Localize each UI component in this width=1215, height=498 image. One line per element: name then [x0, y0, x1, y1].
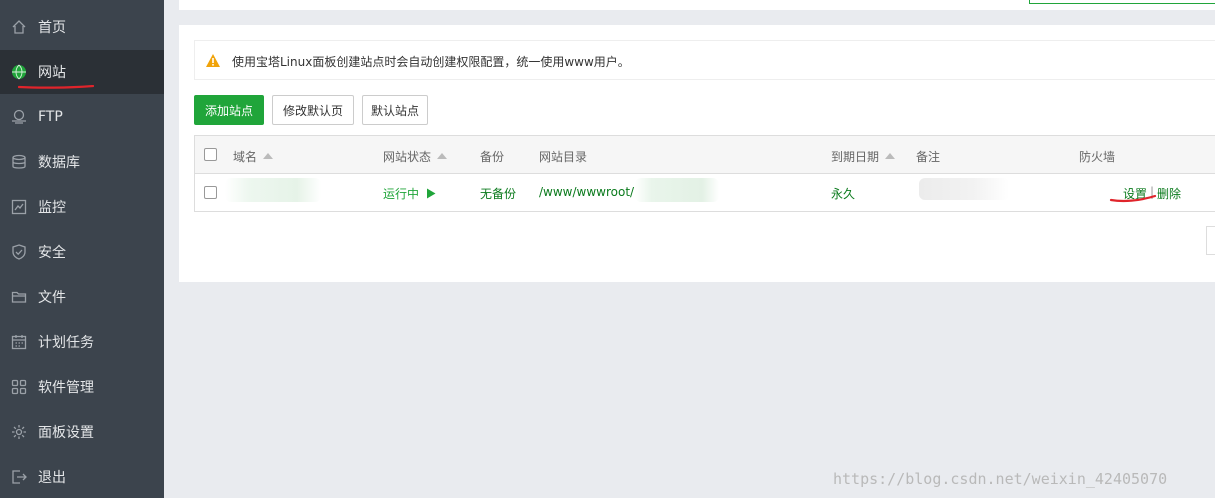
top-panel-button-edge: [1029, 0, 1215, 4]
sidebar-item-panel-settings[interactable]: 面板设置: [0, 410, 164, 454]
red-annotation-underline: [1109, 194, 1157, 203]
logout-icon: [11, 469, 27, 485]
delete-link[interactable]: 删除: [1157, 185, 1181, 202]
sidebar-item-security[interactable]: 安全: [0, 230, 164, 274]
home-icon: [11, 19, 27, 35]
notice-text: 使用宝塔Linux面板创建站点时会自动创建权限配置，统一使用www用户。: [232, 55, 630, 69]
edit-default-page-button[interactable]: 修改默认页: [272, 95, 354, 125]
table-header: 域名 网站状态 备份 网站目录 到期日期 备注 防火墙: [195, 136, 1215, 174]
header-domain[interactable]: 域名: [233, 148, 274, 165]
shield-icon: [11, 244, 27, 260]
sidebar-item-label: 监控: [38, 200, 66, 216]
red-annotation-underline: [18, 85, 94, 89]
header-directory: 网站目录: [539, 150, 588, 164]
ftp-icon: [11, 109, 27, 125]
sidebar-item-label: 网站: [38, 65, 66, 81]
sidebar-item-label: 面板设置: [38, 425, 94, 441]
sidebar-item-label: FTP: [38, 109, 63, 125]
header-expiry-label: 到期日期: [831, 150, 880, 164]
sidebar-item-database[interactable]: 数据库: [0, 140, 164, 184]
apps-grid-icon: [11, 379, 27, 395]
header-backup: 备份: [480, 150, 505, 164]
expiry-link[interactable]: 永久: [831, 185, 855, 202]
sidebar-item-ftp[interactable]: FTP: [0, 95, 164, 139]
globe-icon: [11, 64, 27, 80]
header-firewall: 防火墙: [1079, 150, 1116, 164]
sidebar-item-home[interactable]: 首页: [0, 5, 164, 49]
sidebar-item-label: 文件: [38, 290, 66, 306]
redacted-domain[interactable]: [225, 178, 321, 202]
header-remark: 备注: [916, 150, 941, 164]
site-table: 域名 网站状态 备份 网站目录 到期日期 备注 防火墙 运行中 无备份 /www…: [194, 135, 1215, 212]
backup-link[interactable]: 无备份: [480, 185, 516, 202]
status-label: 运行中: [383, 187, 420, 201]
header-expiry[interactable]: 到期日期: [831, 148, 896, 165]
directory-link[interactable]: /www/wwwroot/: [539, 185, 634, 199]
header-status[interactable]: 网站状态: [383, 148, 448, 165]
sort-asc-icon: [885, 153, 896, 159]
play-icon: [423, 187, 436, 201]
status-running[interactable]: 运行中: [383, 185, 436, 202]
sidebar-item-label: 软件管理: [38, 380, 94, 396]
table-row: 运行中 无备份 /www/wwwroot/ 永久 设置 | 删除: [195, 174, 1215, 212]
add-site-button[interactable]: 添加站点: [194, 95, 264, 125]
sidebar-item-label: 计划任务: [38, 335, 94, 351]
sidebar-item-files[interactable]: 文件: [0, 275, 164, 319]
sidebar-item-monitor[interactable]: 监控: [0, 185, 164, 229]
sidebar-item-cron[interactable]: 计划任务: [0, 320, 164, 364]
folder-icon: [11, 289, 27, 305]
select-all-checkbox[interactable]: [204, 148, 217, 161]
pagination-edge[interactable]: [1206, 226, 1215, 255]
row-checkbox[interactable]: [204, 186, 217, 199]
sidebar-item-label: 退出: [38, 470, 66, 486]
warning-icon: [205, 53, 221, 71]
database-icon: [11, 154, 27, 170]
website-panel: 使用宝塔Linux面板创建站点时会自动创建权限配置，统一使用www用户。 添加站…: [179, 25, 1215, 282]
header-status-label: 网站状态: [383, 150, 432, 164]
watermark: https://blog.csdn.net/weixin_42405070: [833, 470, 1168, 488]
redacted-directory: [635, 178, 719, 202]
sort-asc-icon: [437, 153, 448, 159]
sidebar-item-label: 首页: [38, 20, 66, 36]
monitor-icon: [11, 199, 27, 215]
gear-icon: [11, 424, 27, 440]
sidebar-item-software[interactable]: 软件管理: [0, 365, 164, 409]
sidebar-item-logout[interactable]: 退出: [0, 455, 164, 498]
sidebar: 首页 网站 FTP 数据库 监控 安全 文件 计划任务 软件管理 面板设置 退出: [0, 0, 164, 498]
sidebar-item-label: 安全: [38, 245, 66, 261]
default-site-button[interactable]: 默认站点: [362, 95, 428, 125]
header-domain-label: 域名: [233, 150, 258, 164]
sort-asc-icon: [263, 153, 274, 159]
redacted-remark[interactable]: [919, 178, 1009, 200]
calendar-icon: [11, 334, 27, 350]
sidebar-item-label: 数据库: [38, 155, 80, 171]
notice-alert: 使用宝塔Linux面板创建站点时会自动创建权限配置，统一使用www用户。: [194, 40, 1215, 80]
